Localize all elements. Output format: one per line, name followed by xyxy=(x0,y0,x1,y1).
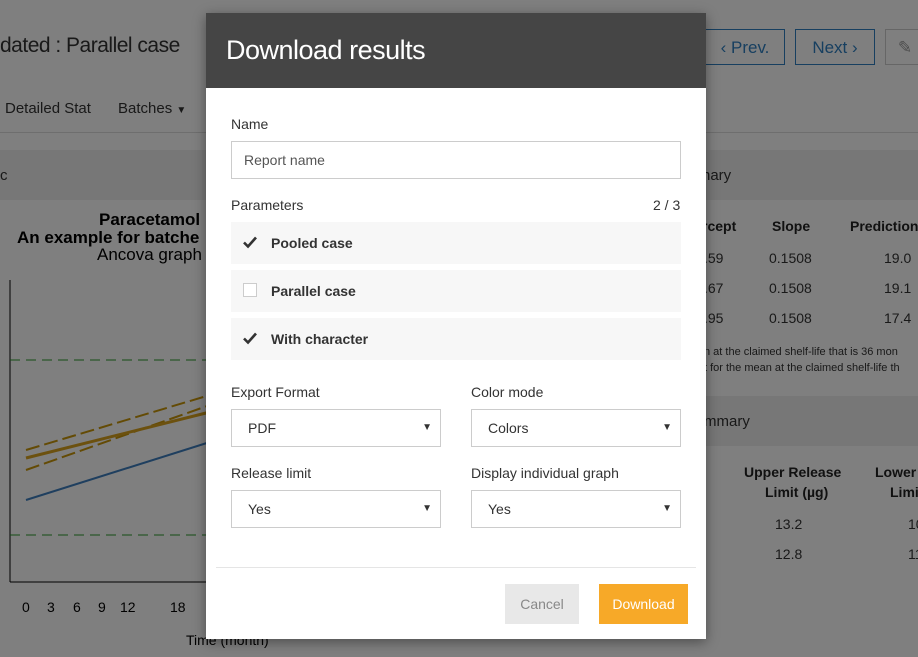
parameter-with-character[interactable]: With character xyxy=(231,318,681,360)
caret-down-icon: ▼ xyxy=(662,422,672,433)
release-limit-select[interactable]: Yes ▼ xyxy=(231,490,441,528)
footer-divider xyxy=(216,567,696,568)
display-graph-label: Display individual graph xyxy=(471,465,619,481)
checkmark-icon xyxy=(243,236,257,249)
display-graph-select[interactable]: Yes ▼ xyxy=(471,490,681,528)
checkmark-icon xyxy=(243,332,257,345)
cancel-button[interactable]: Cancel xyxy=(505,584,579,624)
parameters-label: Parameters xyxy=(231,197,304,213)
download-results-dialog: Download results Name Parameters 2 / 3 P… xyxy=(206,13,706,639)
color-mode-label: Color mode xyxy=(471,384,544,400)
dialog-header: Download results xyxy=(206,13,706,88)
caret-down-icon: ▼ xyxy=(422,503,432,514)
checkbox-empty-icon xyxy=(243,283,257,297)
dialog-title: Download results xyxy=(226,35,426,65)
download-button[interactable]: Download xyxy=(599,584,688,624)
color-mode-select[interactable]: Colors ▼ xyxy=(471,409,681,447)
export-format-label: Export Format xyxy=(231,384,320,400)
export-format-select[interactable]: PDF ▼ xyxy=(231,409,441,447)
parameters-count: 2 / 3 xyxy=(653,197,681,213)
parameter-pooled-case[interactable]: Pooled case xyxy=(231,222,681,264)
report-name-input[interactable] xyxy=(231,141,681,179)
name-label: Name xyxy=(231,116,269,132)
parameter-parallel-case[interactable]: Parallel case xyxy=(231,270,681,312)
release-limit-label: Release limit xyxy=(231,465,312,481)
caret-down-icon: ▼ xyxy=(662,503,672,514)
caret-down-icon: ▼ xyxy=(422,422,432,433)
